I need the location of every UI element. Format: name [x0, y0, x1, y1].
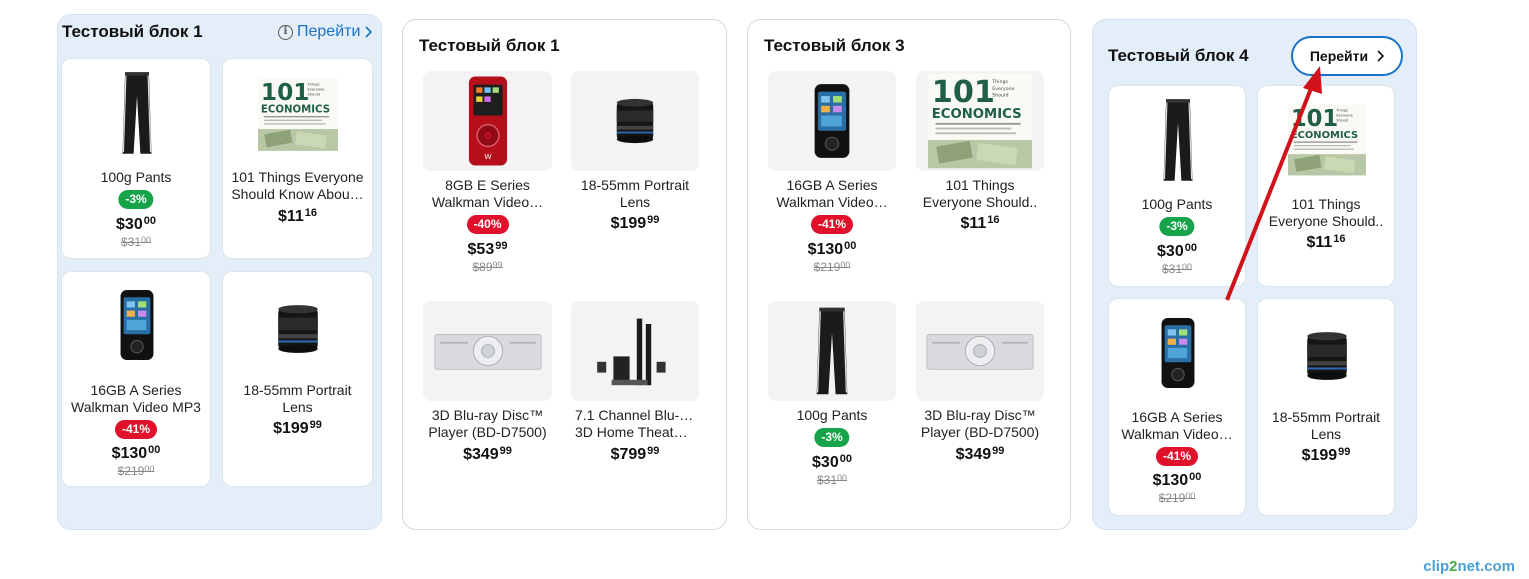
watermark: clip2net.com	[1423, 558, 1515, 575]
annotation-arrow	[1225, 66, 1322, 301]
